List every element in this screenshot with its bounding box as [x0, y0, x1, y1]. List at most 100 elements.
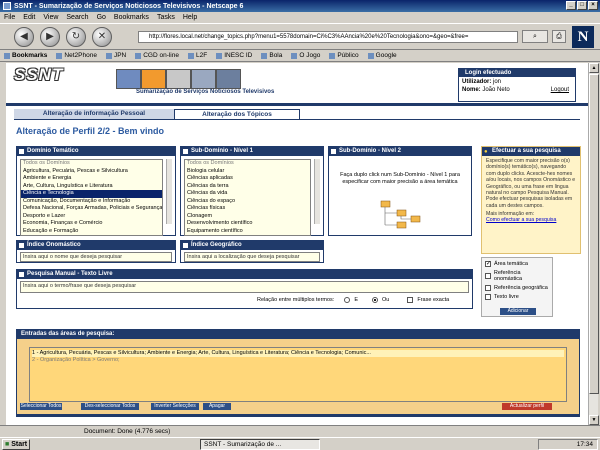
list-item[interactable]: Ambiente e Energia — [21, 175, 162, 183]
url-field[interactable]: http://flores.local.net/change_topics.ph… — [138, 31, 518, 43]
help-text: Especifique com maior precisão o(s) domí… — [486, 158, 576, 209]
list-item[interactable]: Ciências físicas — [185, 205, 310, 213]
menu-help[interactable]: Help — [183, 14, 197, 21]
scroll-thumb[interactable] — [589, 74, 599, 394]
menu-edit[interactable]: Edit — [23, 14, 35, 21]
bookmark-item[interactable]: CGD on-line — [135, 52, 179, 59]
menu-view[interactable]: View — [43, 14, 58, 21]
exact-label: Frase exacta — [417, 297, 450, 303]
close-button[interactable]: × — [588, 1, 598, 10]
stop-icon[interactable]: ✕ — [92, 27, 112, 47]
tab-personal-info[interactable]: Alteração de informação Pessoal — [14, 109, 174, 119]
back-icon[interactable]: ◀ — [14, 27, 34, 47]
scroll-up-icon[interactable]: ▲ — [589, 63, 599, 73]
menu-go[interactable]: Go — [97, 14, 106, 21]
reload-icon[interactable]: ↻ — [66, 27, 86, 47]
maximize-button[interactable]: □ — [577, 1, 587, 10]
page-content: SSNT Sumarização de Serviços Noticiosos … — [6, 63, 588, 425]
sub1-listbox[interactable]: Todos os Domínios Biologia celular Ciência… — [184, 159, 311, 236]
bookmark-item[interactable]: Público — [329, 52, 359, 59]
list-item[interactable]: Todos os Domínios — [185, 160, 310, 168]
check-area-tematica[interactable]: ✓ — [485, 261, 491, 267]
check-row: ✓ Área temática — [485, 261, 528, 267]
radio-ou-label: Ou — [382, 297, 390, 303]
bookmark-item[interactable]: Net2Phone — [56, 52, 97, 59]
exact-checkbox[interactable] — [407, 297, 414, 303]
list-item[interactable]: Educação e Formação — [21, 228, 162, 236]
geografico-input[interactable]: Insira aqui a localização que deseja pes… — [184, 252, 320, 262]
delete-button[interactable]: Apagar — [203, 403, 231, 410]
bookmark-item[interactable]: Bookmarks — [4, 52, 47, 59]
print-icon[interactable]: ⎙ — [552, 30, 566, 43]
taskbar-item-netscape[interactable]: SSNT - Sumarização de ... — [200, 438, 320, 450]
list-item[interactable]: Desenvolvimento científico — [185, 220, 310, 228]
bookmark-item[interactable]: L2F — [187, 52, 207, 59]
manual-input[interactable]: Insira aqui o termo/frase que deseja pes… — [20, 281, 469, 293]
entries-listbox[interactable]: 1 - Agricultura, Pecuária, Pescas e Silv… — [29, 347, 567, 402]
list-item[interactable]: Equipamento científico — [185, 228, 310, 236]
list-item[interactable]: Comunicação, Documentação e Informação — [21, 198, 162, 206]
bookmark-item[interactable]: Google — [367, 52, 397, 59]
add-button[interactable]: Adicionar — [500, 308, 536, 315]
onomastico-header: Índice Onomástico — [17, 241, 175, 250]
logo-square — [191, 69, 216, 89]
logo-square — [141, 69, 166, 89]
sub1-scrollbar[interactable] — [314, 159, 320, 224]
list-item[interactable]: Clonagem — [185, 213, 310, 221]
bookmark-item[interactable]: O Jogo — [291, 52, 320, 59]
site-logo: SSNT — [14, 65, 64, 84]
menu-bookmarks[interactable]: Bookmarks — [114, 14, 149, 21]
dominio-listbox[interactable]: Todos os Domínios Agricultura, Pecuária, … — [20, 159, 163, 236]
area-checkbox-group: ✓ Área temática Referência onomástica Ref… — [481, 257, 553, 317]
logout-link[interactable]: Logout — [551, 87, 569, 93]
check-geografica[interactable] — [485, 285, 491, 291]
search-button[interactable]: ⌕ — [522, 30, 548, 43]
update-profile-button[interactable]: Actualizar perfil — [502, 403, 552, 410]
relation-row: Relação entre múltiplos termos: E Ou Fra… — [257, 297, 449, 303]
status-text: Document: Done (4.776 secs) — [84, 428, 171, 435]
bookmark-item[interactable]: Bola — [261, 52, 282, 59]
check-row: Referência geográfica — [485, 285, 549, 291]
list-item[interactable]: Desporto e Lazer — [21, 213, 162, 221]
radio-e[interactable] — [344, 297, 351, 303]
list-item[interactable]: Ciências aplicadas — [185, 175, 310, 183]
menu-search[interactable]: Search — [66, 14, 88, 21]
tab-topics[interactable]: Alteração dos Tópicos — [174, 109, 300, 119]
check-onomastica[interactable] — [485, 273, 491, 279]
manual-panel: Pesquisa Manual - Texto Livre Insira aqu… — [16, 269, 473, 309]
list-item[interactable]: Ciências do espaço — [185, 198, 310, 206]
entry-item[interactable]: 2 - Organização Política > Governo; — [32, 357, 564, 364]
list-item[interactable]: Agricultura, Pecuária, Pescas e Silvicul… — [21, 168, 162, 176]
list-item[interactable]: Todos os Domínios — [21, 160, 162, 168]
entry-item[interactable]: 1 - Agricultura, Pecuária, Pescas e Silv… — [32, 350, 564, 357]
scroll-down-icon[interactable]: ▼ — [589, 415, 599, 425]
list-item[interactable]: Arte, Cultura, Linguística e Literatura — [21, 183, 162, 191]
bookmark-item[interactable]: INESC ID — [216, 52, 252, 59]
start-button[interactable]: ■ Start — [2, 438, 30, 450]
list-item[interactable]: Economia, Finanças e Comércio — [21, 220, 162, 228]
list-item[interactable]: Ciências da terra — [185, 183, 310, 191]
check-texto-livre[interactable] — [485, 294, 491, 300]
select-all-button[interactable]: Seleccionar Todos — [20, 403, 62, 410]
menu-tasks[interactable]: Tasks — [157, 14, 175, 21]
list-item[interactable]: Ciências da vida — [185, 190, 310, 198]
list-item[interactable]: Biologia celular — [185, 168, 310, 176]
menu-file[interactable]: File — [4, 14, 15, 21]
radio-ou[interactable] — [372, 297, 379, 303]
page-scrollbar[interactable]: ▲ ▼ — [588, 63, 599, 425]
dominio-scrollbar[interactable] — [166, 159, 172, 224]
geografico-panel: Índice Geográfico Insira aqui a localiza… — [180, 240, 324, 263]
help-link[interactable]: Como efectuar a sua pesquisa — [482, 217, 580, 223]
help-header: ● Efectuar a sua pesquisa — [482, 147, 580, 156]
onomastico-input[interactable]: Insira aqui o nome que deseja pesquisar — [20, 252, 172, 262]
site-subtitle: Sumarização de Serviços Noticiosos Telev… — [136, 89, 275, 95]
bookmark-item[interactable]: JPN — [105, 52, 126, 59]
login-header: Login efectuado — [459, 69, 575, 77]
minimize-button[interactable]: _ — [566, 1, 576, 10]
forward-icon[interactable]: ▶ — [40, 27, 60, 47]
deselect-all-button[interactable]: Des-seleccionar Todos — [81, 403, 139, 410]
invert-selection-button[interactable]: Inverter Selecções — [151, 403, 199, 410]
list-item[interactable]: Defesa Nacional, Forças Armadas, Policia… — [21, 205, 162, 213]
sub2-panel: Sub-Domínio - Nível 2 Faça duplo click n… — [328, 146, 472, 236]
list-item[interactable]: Ciência e Tecnologia — [21, 190, 162, 198]
